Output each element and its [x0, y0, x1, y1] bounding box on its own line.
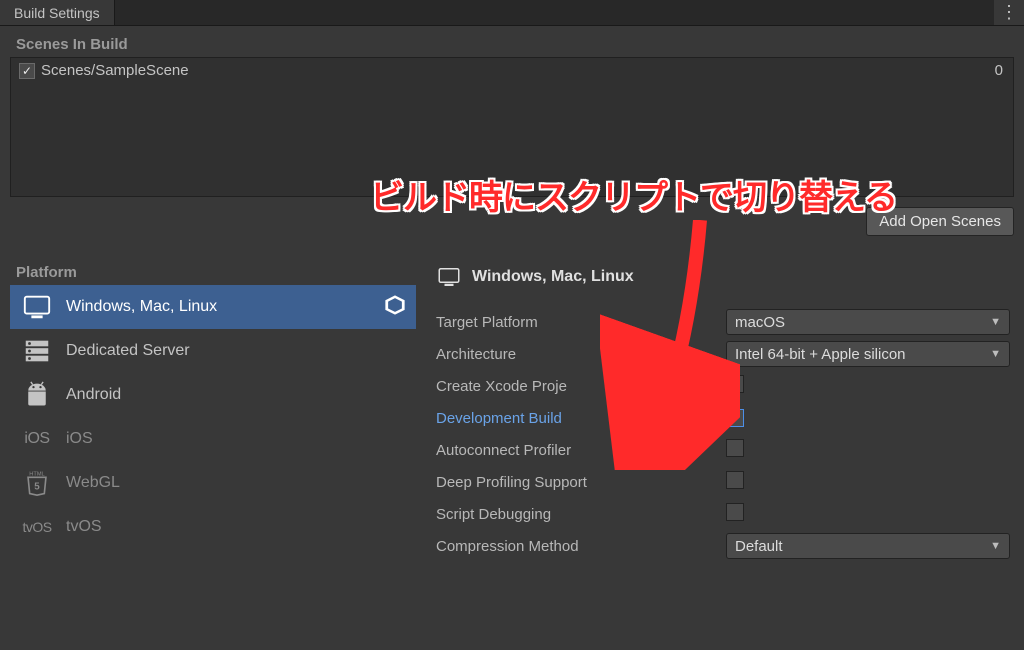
platform-item-android[interactable]: Android — [10, 373, 416, 417]
label-development-build: Development Build — [436, 410, 726, 427]
server-icon — [20, 334, 54, 368]
platform-item-tvos[interactable]: tvOS tvOS — [10, 505, 416, 549]
ios-icon: iOS — [20, 422, 54, 456]
label-autoconnect-profiler: Autoconnect Profiler — [436, 442, 726, 459]
platform-header: Platform — [16, 264, 416, 281]
platform-label: Windows, Mac, Linux — [66, 298, 217, 316]
platform-detail-panel: Windows, Mac, Linux Target Platform macO… — [436, 260, 1014, 562]
label-script-debugging: Script Debugging — [436, 506, 726, 523]
android-icon — [20, 378, 54, 412]
add-open-scenes-button[interactable]: Add Open Scenes — [866, 207, 1014, 236]
platform-label: Dedicated Server — [66, 342, 190, 360]
checkbox-create-xcode[interactable] — [726, 375, 744, 393]
platform-label: iOS — [66, 430, 93, 448]
dropdown-compression[interactable]: Default▼ — [726, 533, 1010, 559]
detail-title: Windows, Mac, Linux — [472, 268, 634, 286]
tvos-icon: tvOS — [20, 510, 54, 544]
chevron-down-icon: ▼ — [990, 348, 1001, 360]
scenes-list: ✓ Scenes/SampleScene 0 — [10, 57, 1014, 197]
tab-build-settings[interactable]: Build Settings — [0, 0, 115, 25]
html5-icon: HTML5 — [20, 466, 54, 500]
platform-item-ios[interactable]: iOS iOS — [10, 417, 416, 461]
platform-label: tvOS — [66, 518, 102, 536]
label-create-xcode: Create Xcode Proje — [436, 378, 726, 395]
monitor-icon — [436, 264, 462, 290]
scene-index: 0 — [995, 62, 1005, 79]
label-deep-profiling: Deep Profiling Support — [436, 474, 726, 491]
monitor-icon — [20, 290, 54, 324]
checkbox-deep-profiling[interactable] — [726, 471, 744, 489]
platform-item-dedicated-server[interactable]: Dedicated Server — [10, 329, 416, 373]
checkbox-autoconnect-profiler[interactable] — [726, 439, 744, 457]
dropdown-target-platform[interactable]: macOS▼ — [726, 309, 1010, 335]
platform-item-webgl[interactable]: HTML5 WebGL — [10, 461, 416, 505]
unity-icon — [384, 294, 406, 321]
platform-list: Windows, Mac, Linux Dedicated Server — [10, 285, 416, 549]
platform-label: Android — [66, 386, 121, 404]
scene-row[interactable]: ✓ Scenes/SampleScene 0 — [19, 62, 1005, 79]
svg-text:5: 5 — [34, 482, 40, 493]
chevron-down-icon: ▼ — [990, 316, 1001, 328]
chevron-down-icon: ▼ — [990, 540, 1001, 552]
checkbox-development-build[interactable] — [726, 409, 744, 427]
label-target-platform: Target Platform — [436, 314, 726, 331]
kebab-menu-icon[interactable]: ⋮ — [994, 0, 1024, 25]
platform-item-standalone[interactable]: Windows, Mac, Linux — [10, 285, 416, 329]
checkbox-script-debugging[interactable] — [726, 503, 744, 521]
dropdown-architecture[interactable]: Intel 64-bit + Apple silicon▼ — [726, 341, 1010, 367]
tab-bar: Build Settings ⋮ — [0, 0, 1024, 26]
label-compression: Compression Method — [436, 538, 726, 555]
scene-path: Scenes/SampleScene — [41, 62, 189, 79]
platform-label: WebGL — [66, 474, 120, 492]
scene-checkbox[interactable]: ✓ — [19, 63, 35, 79]
scenes-header: Scenes In Build — [16, 36, 1014, 53]
label-architecture: Architecture — [436, 346, 726, 363]
